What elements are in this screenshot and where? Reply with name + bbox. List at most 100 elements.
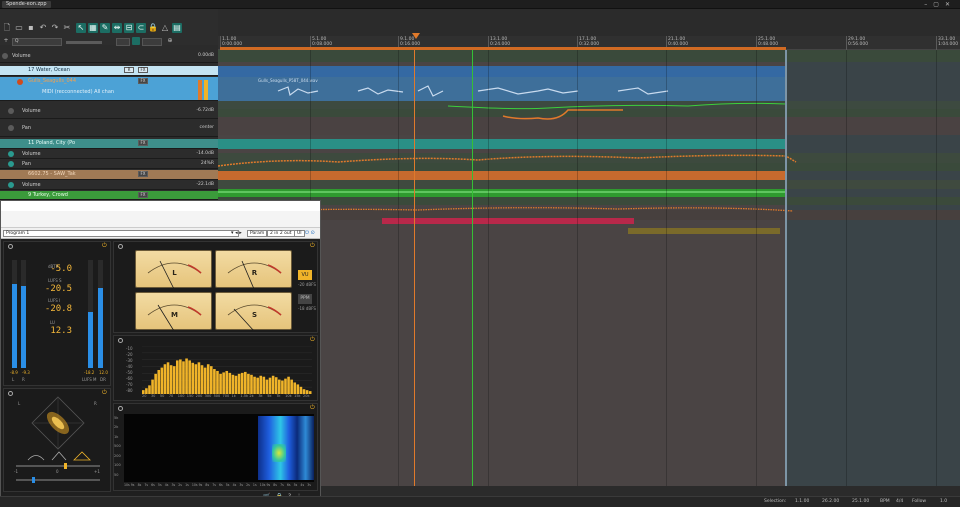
playhead-line xyxy=(414,50,415,486)
save-icon[interactable]: ▪ xyxy=(26,23,36,33)
pointer-tool-icon[interactable]: ↖ xyxy=(76,23,86,33)
track-fx-button[interactable]: FX xyxy=(138,78,148,84)
panel-knob-icon[interactable] xyxy=(118,406,123,411)
spectrogram-energy xyxy=(258,416,314,480)
ppm-mode-button[interactable]: PPM xyxy=(298,294,312,304)
add-track-icon[interactable]: + xyxy=(2,37,10,45)
spectrum-y-tick: -50 xyxy=(126,370,133,375)
spectrum-x-tick: 150 xyxy=(186,394,194,398)
project-tab[interactable]: Spende-eon.zpp xyxy=(2,1,51,8)
spectrogram-x-tick: 8s xyxy=(273,483,277,487)
track-gulls[interactable]: Gulls_Seagulls_044 FX MIDI (recconnected… xyxy=(0,77,218,101)
track-water-ocean[interactable]: 17 Water, Ocean R FX xyxy=(0,66,218,76)
power-icon[interactable]: ⏻ xyxy=(310,242,315,250)
power-icon[interactable]: ⏻ xyxy=(310,336,315,344)
follow-toggle[interactable]: Follow xyxy=(912,499,926,505)
track-fx-button[interactable]: FX xyxy=(138,140,148,146)
track-fx-button[interactable]: FX xyxy=(138,192,148,198)
window-controls[interactable]: –▢✕ xyxy=(924,0,956,9)
range-tool-icon[interactable]: ⇹ xyxy=(112,23,122,33)
track-poland-city[interactable]: 11 Poland, City (Po FX xyxy=(0,139,218,149)
spectrogram-y-tick: 50 xyxy=(114,472,119,477)
selection-end[interactable]: 26.2.00 xyxy=(822,499,839,505)
plugin-title-bar[interactable] xyxy=(1,201,320,211)
split-tool-icon[interactable]: ⊟ xyxy=(124,23,134,33)
spectrogram-x-tick: 9s xyxy=(266,483,271,487)
metronome-icon[interactable]: △ xyxy=(160,23,170,33)
t3-pan-row[interactable]: Pan 24%R xyxy=(0,160,218,169)
spectrogram-x-axis: 10s 9s 8s 7s 6s 5s 4s 3s 2s 1s 10s 9s 8s 7s 6s 5s 4s 3s 2s… xyxy=(124,483,314,489)
spectrum-bar xyxy=(274,377,278,394)
time-signature[interactable]: 4/4 xyxy=(896,499,903,505)
spectrogram-display xyxy=(124,414,314,482)
automation-volume-row[interactable]: Volume -6.72dB xyxy=(0,103,218,119)
power-icon[interactable]: ⏻ xyxy=(102,242,107,250)
spectrum-x-tick: 2k xyxy=(249,394,254,398)
zoom-icon[interactable]: ⊕ xyxy=(166,37,174,45)
master-volume-row[interactable]: Volume 0.00dB xyxy=(0,50,218,63)
goniometer-mode-icons[interactable] xyxy=(26,451,92,461)
track-turkey-crowd[interactable]: 9 Turkey, Crowd FX xyxy=(0,191,218,200)
cut-icon[interactable]: ✂ xyxy=(62,23,72,33)
selection-length[interactable]: 25.1.00 xyxy=(852,499,869,505)
plugin-toolbar: Program 1 ▾ ◂ ▸ Param 2 in 2 out UI ⏻ ⊙ xyxy=(1,228,320,239)
power-icon[interactable]: ⏻ xyxy=(310,404,315,412)
t3-volume-row[interactable]: Volume -14.0dB xyxy=(0,150,218,159)
redo-icon[interactable]: ↷ xyxy=(50,23,60,33)
grid-select[interactable] xyxy=(142,38,162,46)
ui-button[interactable]: UI xyxy=(294,230,305,237)
loop-icon[interactable]: ⊂ xyxy=(136,23,146,33)
plugin-power-icon[interactable]: ⏻ ⊙ xyxy=(305,230,315,237)
automation-pan-row[interactable]: Pan center xyxy=(0,120,218,137)
quantize-icon[interactable] xyxy=(132,37,140,45)
param-button[interactable]: Param xyxy=(247,230,268,237)
panel-knob-icon[interactable] xyxy=(8,391,13,396)
main-toolbar: 🗋 ▭ ▪ ↶ ↷ ✂ ↖ ▦ ✎ ⇹ ⊟ ⊂ 🔒 △ ▤ + Q ⊕ xyxy=(0,9,218,46)
panel-knob-icon[interactable] xyxy=(8,244,13,249)
ruler-mark: 25.1.00 0:48.000 xyxy=(758,37,779,47)
new-file-icon[interactable]: 🗋 xyxy=(2,23,12,33)
spectrum-bar xyxy=(151,379,154,394)
panel-knob-icon[interactable] xyxy=(118,244,123,249)
zoom-level[interactable]: 1.0 xyxy=(940,499,947,505)
io-button[interactable]: 2 in 2 out xyxy=(267,230,295,237)
snap-select[interactable] xyxy=(116,38,130,46)
spectrum-bar xyxy=(250,374,253,394)
open-folder-icon[interactable]: ▭ xyxy=(14,23,24,33)
daw-window: Spende-eon.zpp –▢✕ 🗋 ▭ ▪ ↶ ↷ ✂ ↖ ▦ ✎ ⇹ ⊟… xyxy=(0,0,960,507)
plugin-window[interactable]: Program 1 ▾ ◂ ▸ Param 2 in 2 out UI ⏻ ⊙ … xyxy=(0,200,321,502)
arrange-view[interactable]: Gulls_Seagulls_P58T_044.wav xyxy=(218,50,960,486)
panel-knob-icon[interactable] xyxy=(118,338,123,343)
track-record-button[interactable]: R xyxy=(124,67,134,73)
spectrum-x-tick: 15k xyxy=(294,394,301,398)
grid-toggle-icon[interactable]: ▤ xyxy=(172,23,182,33)
preset-select[interactable]: Program 1 xyxy=(3,230,239,237)
spectrogram-x-tick: 10s xyxy=(191,483,198,487)
spectrum-x-tick: 5k xyxy=(267,394,272,398)
lock-icon[interactable]: 🔒 xyxy=(148,23,158,33)
spectrogram-x-tick: 9s xyxy=(130,483,135,487)
preset-arrows-icon[interactable]: ▾ ◂ ▸ xyxy=(231,230,242,237)
vu-meter-r: R xyxy=(215,250,292,289)
playhead-handle[interactable] xyxy=(412,33,420,39)
goniometer-display xyxy=(31,396,85,450)
power-icon[interactable]: ⏻ xyxy=(102,389,107,397)
snap-grid-icon[interactable]: ▦ xyxy=(88,23,98,33)
spectrum-bar xyxy=(169,365,173,394)
track-saw-tak[interactable]: 6602.75 - SAW_Tak FX xyxy=(0,170,218,180)
pencil-tool-icon[interactable]: ✎ xyxy=(100,23,110,33)
spectrum-bar xyxy=(206,364,210,394)
undo-icon[interactable]: ↶ xyxy=(38,23,48,33)
track-fx-button[interactable]: FX xyxy=(138,171,148,177)
track-search-field[interactable]: Q xyxy=(12,38,62,46)
spectrum-y-axis: -10 -20 -30 -40 -50 -60 -70 -80 xyxy=(126,346,142,394)
spectrum-bar xyxy=(231,374,235,394)
track-fx-button[interactable]: FX xyxy=(138,67,148,73)
spectrum-bar xyxy=(157,370,161,394)
master-fader[interactable] xyxy=(66,41,102,44)
spectrum-x-tick: 10k xyxy=(285,394,292,398)
selection-start[interactable]: 1.1.00 xyxy=(795,499,809,505)
t4-volume-row[interactable]: Volume -22.1dB xyxy=(0,181,218,190)
vu-mode-button[interactable]: VU xyxy=(298,270,312,280)
spectrum-x-tick: 3k xyxy=(258,394,263,398)
